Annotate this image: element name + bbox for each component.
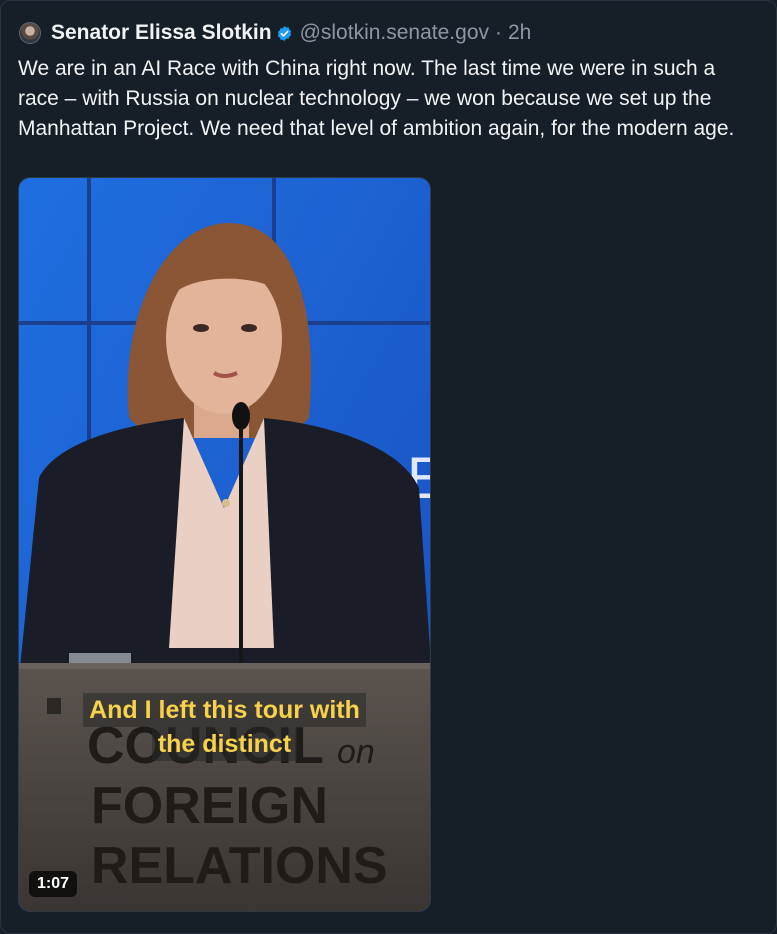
post-header: Senator Elissa Slotkin @slotkin.senate.g… [19,18,531,48]
video-duration-badge: 1:07 [29,871,78,897]
post-timestamp[interactable]: 2h [508,21,531,45]
video-caption: And I left this tour with the distinct [19,693,430,761]
video-player[interactable]: E COUNCIL on [18,177,431,912]
podium-word-3: FOREIGN [91,777,328,835]
post-card[interactable]: Senator Elissa Slotkin @slotkin.senate.g… [0,0,777,934]
verified-badge-icon [277,25,291,41]
caption-line-1: And I left this tour with [83,693,366,727]
avatar[interactable] [19,22,41,44]
separator-dot: · [495,21,502,44]
podium-word-4: RELATIONS [91,837,388,895]
author-name[interactable]: Senator Elissa Slotkin [51,21,272,45]
author-handle[interactable]: @slotkin.senate.gov [300,21,489,45]
post-text: We are in an AI Race with China right no… [18,57,735,140]
caption-line-2: the distinct [151,727,298,761]
video-frame: E COUNCIL on [19,178,430,911]
